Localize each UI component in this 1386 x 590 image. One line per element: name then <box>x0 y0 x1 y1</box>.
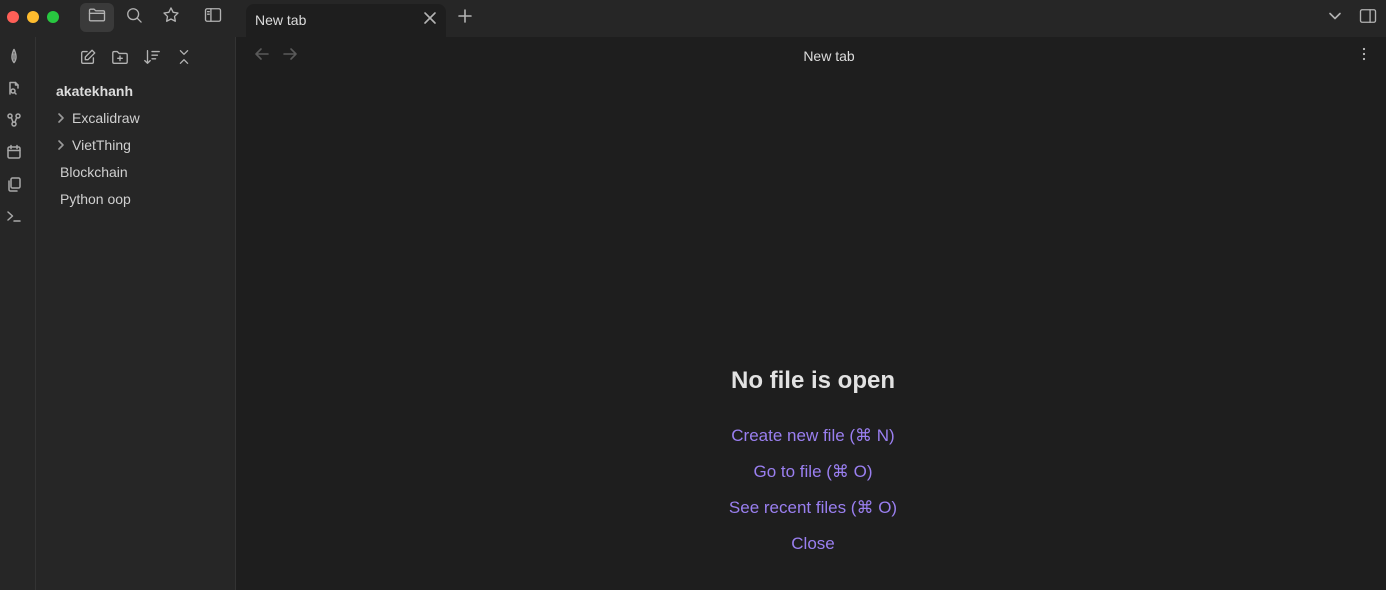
collapse-all-button[interactable] <box>172 47 196 71</box>
file-item[interactable]: Python oop <box>52 188 230 210</box>
sidebar-left-icon <box>203 5 223 30</box>
file-switch-icon <box>6 80 22 101</box>
tab-close-button[interactable] <box>420 10 440 30</box>
chevron-right-icon <box>54 138 68 152</box>
ribbon-graph-view-button[interactable] <box>3 111 25 133</box>
search-button[interactable] <box>117 3 151 32</box>
empty-state-title: No file is open <box>730 367 895 394</box>
terminal-icon <box>6 208 22 229</box>
window-close-button[interactable] <box>7 11 19 23</box>
ribbon-command-palette-button[interactable] <box>3 207 25 229</box>
folder-label: Excalidraw <box>72 110 140 126</box>
title-bar: New tab <box>0 0 1386 37</box>
file-label: Python oop <box>60 191 131 207</box>
empty-state: No file is open Create new file (⌘ N) Go… <box>236 367 1386 554</box>
toggle-left-sidebar-button[interactable] <box>196 3 230 32</box>
collapse-icon <box>175 48 193 71</box>
ribbon-daily-notes-button[interactable] <box>3 143 25 165</box>
new-note-button[interactable] <box>76 47 100 71</box>
sort-icon <box>143 48 161 71</box>
chevron-right-icon <box>54 111 68 125</box>
close-link[interactable]: Close <box>236 533 1386 554</box>
see-recent-files-link[interactable]: See recent files (⌘ O) <box>236 497 1386 518</box>
graph-icon <box>6 112 22 133</box>
folder-plus-icon <box>111 48 129 71</box>
toggle-right-sidebar-button[interactable] <box>1356 6 1380 30</box>
copy-icon <box>6 176 22 197</box>
ribbon-templates-button[interactable] <box>3 175 25 197</box>
edit-icon <box>79 48 97 71</box>
tab-title: New tab <box>255 12 307 28</box>
folder-item[interactable]: VietThing <box>52 134 230 156</box>
window-minimize-button[interactable] <box>27 11 39 23</box>
file-label: Blockchain <box>60 164 128 180</box>
sidebar-right-icon <box>1358 6 1378 31</box>
close-icon <box>423 11 437 30</box>
sort-button[interactable] <box>140 47 164 71</box>
files-button[interactable] <box>80 3 114 32</box>
more-vertical-icon <box>1356 46 1372 67</box>
bookmarks-button[interactable] <box>154 3 188 32</box>
file-item[interactable]: Blockchain <box>52 161 230 183</box>
folder-label: VietThing <box>72 137 131 153</box>
star-icon <box>161 5 181 30</box>
vault-name: akatekhanh <box>56 83 134 99</box>
tab-list-button[interactable] <box>1325 8 1345 28</box>
file-explorer: akatekhanh Excalidraw VietThing Blockcha… <box>36 37 236 590</box>
create-new-file-link[interactable]: Create new file (⌘ N) <box>236 425 1386 446</box>
folder-icon <box>87 5 107 30</box>
new-tab-button[interactable] <box>454 7 476 29</box>
pen-icon <box>6 48 22 69</box>
window-maximize-button[interactable] <box>47 11 59 23</box>
chevron-down-icon <box>1328 9 1342 28</box>
calendar-icon <box>6 144 22 165</box>
ribbon <box>0 37 36 590</box>
more-options-button[interactable] <box>1354 46 1374 66</box>
main-view: New tab No file is open Create new file … <box>236 37 1386 590</box>
search-icon <box>124 5 144 30</box>
go-to-file-link[interactable]: Go to file (⌘ O) <box>236 461 1386 482</box>
plus-icon <box>457 8 473 29</box>
folder-item[interactable]: Excalidraw <box>52 107 230 129</box>
ribbon-excalidraw-button[interactable] <box>3 47 25 69</box>
tab-new-tab[interactable]: New tab <box>246 4 446 37</box>
new-folder-button[interactable] <box>108 47 132 71</box>
ribbon-open-quick-switcher-button[interactable] <box>3 79 25 101</box>
view-header-title: New tab <box>803 48 855 64</box>
